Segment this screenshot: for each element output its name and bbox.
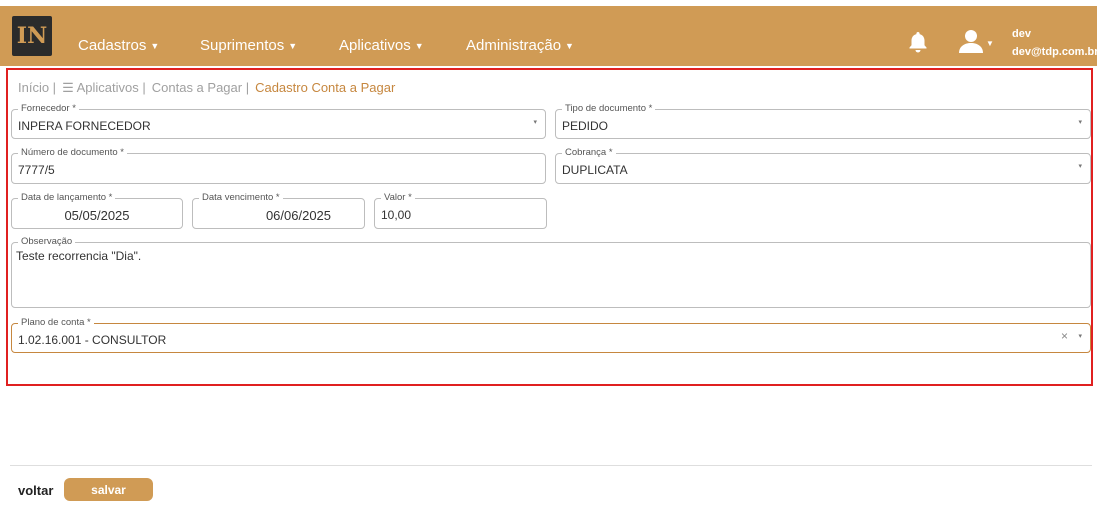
data-lancamento-value: 05/05/2025 (64, 208, 130, 223)
fornecedor-select[interactable]: Fornecedor * INPERA FORNECEDOR ▾ (11, 103, 546, 139)
cobranca-value: DUPLICATA (562, 163, 628, 177)
cobranca-select[interactable]: Cobrança * DUPLICATA ▾ (555, 147, 1091, 184)
menu-label: Aplicativos (339, 37, 411, 54)
caret-down-icon: ▼ (150, 40, 160, 51)
dropdown-arrow-icon[interactable]: ▾ (1078, 332, 1082, 340)
tipo-documento-value: PEDIDO (562, 119, 609, 133)
menu-label: Administração (466, 37, 562, 54)
plano-conta-select[interactable]: Plano de conta * 1.02.16.001 - CONSULTOR… (11, 317, 1091, 353)
data-vencimento-label: Data vencimento * (199, 192, 283, 204)
breadcrumb: Início | ☰ Aplicativos | Contas a Pagar … (18, 80, 395, 96)
dropdown-arrow-icon[interactable]: ▾ (533, 118, 537, 126)
menu-aplicativos[interactable]: Aplicativos ▼ (339, 37, 424, 54)
user-name: dev (1012, 28, 1031, 40)
save-button-label: salvar (91, 482, 126, 497)
back-button[interactable]: voltar (18, 483, 53, 498)
footer-divider (10, 465, 1092, 466)
valor-input[interactable]: Valor * 10,00 (374, 192, 547, 229)
observacao-textarea[interactable]: Observação Teste recorrencia "Dia". (11, 236, 1091, 308)
menu-label: Suprimentos (200, 37, 285, 54)
breadcrumb-current: Cadastro Conta a Pagar (255, 80, 396, 95)
caret-down-icon: ▼ (414, 40, 424, 51)
user-avatar-icon[interactable] (958, 28, 984, 54)
data-vencimento-input[interactable]: Data vencimento * 06/06/2025 (192, 192, 365, 229)
bell-icon[interactable] (906, 30, 930, 54)
numero-documento-input[interactable]: Número de documento * 7777/5 (11, 147, 546, 184)
user-caret-icon[interactable]: ▼ (986, 39, 994, 48)
numero-documento-value: 7777/5 (18, 163, 55, 177)
cobranca-label: Cobrança * (562, 147, 616, 159)
numero-documento-label: Número de documento * (18, 147, 127, 159)
user-email: dev@tdp.com.br (1012, 46, 1097, 58)
caret-down-icon: ▼ (288, 40, 298, 51)
observacao-label: Observação (18, 236, 76, 248)
data-lancamento-input[interactable]: Data de lançamento * 05/05/2025 (11, 192, 183, 229)
breadcrumb-aplicativos[interactable]: ☰ Aplicativos | (62, 80, 146, 96)
observacao-value: Teste recorrencia "Dia". (16, 249, 142, 263)
save-button[interactable]: salvar (64, 478, 153, 501)
fornecedor-label: Fornecedor * (18, 103, 79, 115)
breadcrumb-inicio[interactable]: Início | (18, 80, 56, 96)
valor-value: 10,00 (381, 208, 412, 222)
tipo-documento-select[interactable]: Tipo de documento * PEDIDO ▾ (555, 103, 1091, 139)
app-logo[interactable]: IN (12, 16, 52, 56)
top-navbar: IN Cadastros ▼ Suprimentos ▼ Aplicativos… (0, 6, 1097, 66)
data-vencimento-value: 06/06/2025 (265, 208, 332, 223)
caret-down-icon: ▼ (565, 40, 574, 51)
breadcrumb-contas-a-pagar[interactable]: Contas a Pagar | (152, 80, 249, 96)
menu-suprimentos[interactable]: Suprimentos ▼ (200, 37, 297, 54)
plano-conta-value: 1.02.16.001 - CONSULTOR (18, 333, 167, 347)
valor-label: Valor * (381, 192, 415, 204)
data-lancamento-label: Data de lançamento * (18, 192, 116, 204)
menu-label: Cadastros (78, 37, 147, 54)
tipo-documento-label: Tipo de documento * (562, 103, 656, 115)
menu-administracao[interactable]: Administração ▼ (466, 37, 574, 54)
dropdown-arrow-icon[interactable]: ▾ (1078, 118, 1082, 126)
fornecedor-value: INPERA FORNECEDOR (18, 119, 151, 133)
plano-conta-label: Plano de conta * (18, 317, 94, 329)
menu-cadastros[interactable]: Cadastros ▼ (78, 37, 159, 54)
logo-text: IN (16, 23, 48, 49)
clear-icon[interactable]: × (1061, 329, 1068, 343)
dropdown-arrow-icon[interactable]: ▾ (1078, 162, 1082, 170)
